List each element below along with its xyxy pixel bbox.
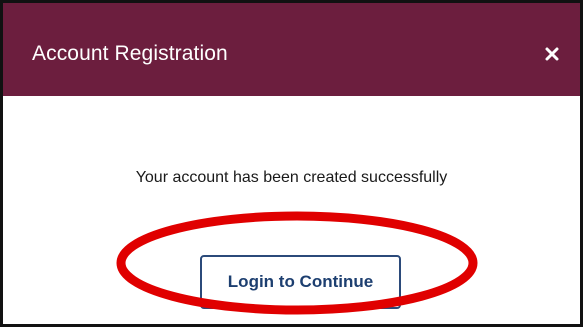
success-message: Your account has been created successful… [135, 169, 448, 186]
dialog-header: Account Registration [3, 3, 580, 96]
dialog-title: Account Registration [32, 42, 228, 65]
account-registration-dialog: Account Registration Your account has be… [0, 0, 583, 327]
close-icon [545, 47, 559, 61]
login-button[interactable]: Login to Continue [200, 255, 401, 309]
close-button[interactable] [538, 40, 566, 68]
